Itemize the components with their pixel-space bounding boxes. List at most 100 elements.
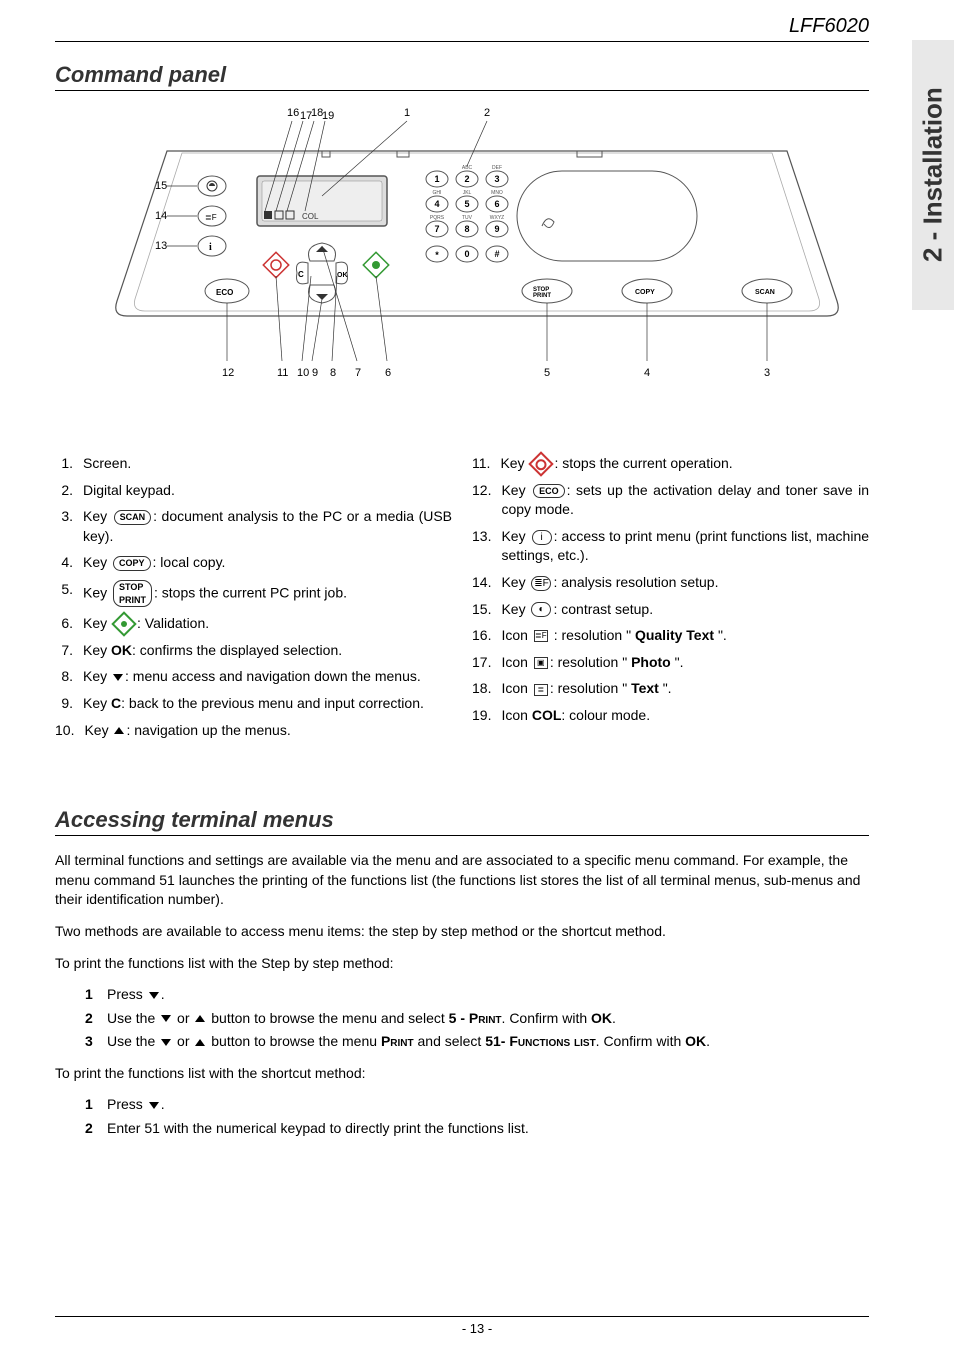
key-oval: ≣F [531,576,551,591]
svg-text:8: 8 [330,367,336,379]
svg-text:i: i [209,242,212,253]
svg-text:8: 8 [464,224,469,234]
item-number: 14. [472,573,501,593]
key-scan: SCAN [114,510,152,525]
svg-text:*: * [435,250,439,260]
svg-text:WXYZ: WXYZ [490,215,504,221]
step-number: 1 [85,1095,107,1115]
list-item: 13.Key i: access to print menu (print fu… [472,527,869,566]
item-text: Key ◐: contrast setup. [501,600,869,620]
item-text: Digital keypad. [83,481,452,501]
list-item: 15.Key ◐: contrast setup. [472,600,869,620]
nav-down-icon [149,992,159,999]
list-item: 11.Key : stops the current operation. [472,454,869,474]
icon-box: ≣F [534,630,548,642]
step-item: 1Press . [85,1095,869,1115]
section2-body: All terminal functions and settings are … [55,851,869,1139]
steps-shortcut: 1Press .2Enter 51 with the numerical key… [85,1095,869,1138]
step-text: Press . [107,1095,165,1115]
item-text: Key : stops the current operation. [500,454,869,474]
svg-text:6: 6 [385,367,391,379]
svg-text:MNO: MNO [491,190,503,196]
item-text: Key OK: confirms the displayed selection… [83,641,452,661]
item-text: Key : Validation. [83,614,452,634]
step-text: Use the or button to browse the menu Pri… [107,1032,710,1052]
header-rule [55,41,869,42]
svg-text:#: # [494,249,499,259]
svg-text:5: 5 [544,367,550,379]
step-item: 2Use the or button to browse the menu an… [85,1009,869,1029]
svg-text:DEF: DEF [492,165,502,171]
svg-text:0: 0 [464,249,469,259]
item-number: 4. [55,553,83,573]
nav-up-icon [195,1039,205,1046]
nav-down-icon [161,1015,171,1022]
svg-text:≣F: ≣F [205,213,217,222]
nav-down-icon [149,1102,159,1109]
item-number: 5. [55,580,83,600]
item-number: 15. [472,600,501,620]
svg-text:SCAN: SCAN [755,289,775,296]
item-number: 7. [55,641,83,661]
key-eco: ECO [533,484,565,499]
svg-text:OK: OK [337,272,348,279]
page-number: - 13 - [55,1321,899,1336]
item-text: Key i: access to print menu (print funct… [501,527,869,566]
nav-up-icon [195,1015,205,1022]
svg-text:6: 6 [494,199,499,209]
svg-text:4: 4 [644,367,650,379]
item-text: Key ≣F: analysis resolution setup. [501,573,869,593]
item-text: Icon ≣F : resolution " Quality Text ". [501,626,869,646]
steps-stepbystep: 1Press .2Use the or button to browse the… [85,985,869,1052]
item-number: 16. [472,626,501,646]
list-item: 10.Key : navigation up the menus. [55,721,452,741]
svg-text:3: 3 [494,174,499,184]
section-accessing-menus-title: Accessing terminal menus [55,807,869,836]
svg-text:PRINT: PRINT [533,293,551,299]
list-item: 3.Key SCAN: document analysis to the PC … [55,507,452,546]
svg-text:4: 4 [434,199,439,209]
svg-text:COL: COL [302,212,319,221]
svg-text:5: 5 [464,199,469,209]
panel-svg: COL ≣F i ECO C [97,101,857,411]
item-text: Key ECO: sets up the activation delay an… [501,481,869,520]
item-number: 12. [472,481,501,501]
key-copy: COPY [113,556,151,571]
item-text: Key COPY: local copy. [83,553,452,573]
svg-text:11: 11 [277,367,288,379]
item-text: Key : menu access and navigation down th… [83,667,452,687]
key-oval: ◐ [531,602,551,617]
list-item: 12.Key ECO: sets up the activation delay… [472,481,869,520]
page-footer: - 13 - [0,1316,954,1336]
step-item: 3Use the or button to browse the menu Pr… [85,1032,869,1052]
list-item: 7.Key OK: confirms the displayed selecti… [55,641,452,661]
svg-text:7: 7 [355,367,361,379]
step-number: 2 [85,1119,107,1139]
list-item: 18.Icon ≣: resolution " Text ". [472,679,869,699]
para3: To print the functions list with the Ste… [55,954,869,974]
svg-text:2: 2 [464,174,469,184]
svg-text:COPY: COPY [635,289,655,296]
list-item: 4.Key COPY: local copy. [55,553,452,573]
svg-text:PQRS: PQRS [430,215,445,221]
svg-text:1: 1 [434,174,439,184]
svg-text:9: 9 [494,224,499,234]
svg-text:16: 16 [287,107,299,119]
item-number: 17. [472,653,501,673]
item-number: 2. [55,481,83,501]
step-number: 3 [85,1032,107,1052]
svg-text:2: 2 [484,107,490,119]
icon-box: ≣ [534,684,548,696]
stop-icon [529,452,554,477]
para2: Two methods are available to access menu… [55,922,869,942]
svg-text:7: 7 [434,224,439,234]
svg-text:C: C [298,270,304,279]
list-item: 1.Screen. [55,454,452,474]
section-command-panel-title: Command panel [55,62,869,91]
step-text: Use the or button to browse the menu and… [107,1009,616,1029]
chapter-tab: 2 - Installation [912,40,954,310]
icon-box: ▣ [534,657,548,669]
nav-down-icon [161,1039,171,1046]
feature-list-right: 11.Key : stops the current operation. 12.… [472,454,869,726]
item-text: Screen. [83,454,452,474]
